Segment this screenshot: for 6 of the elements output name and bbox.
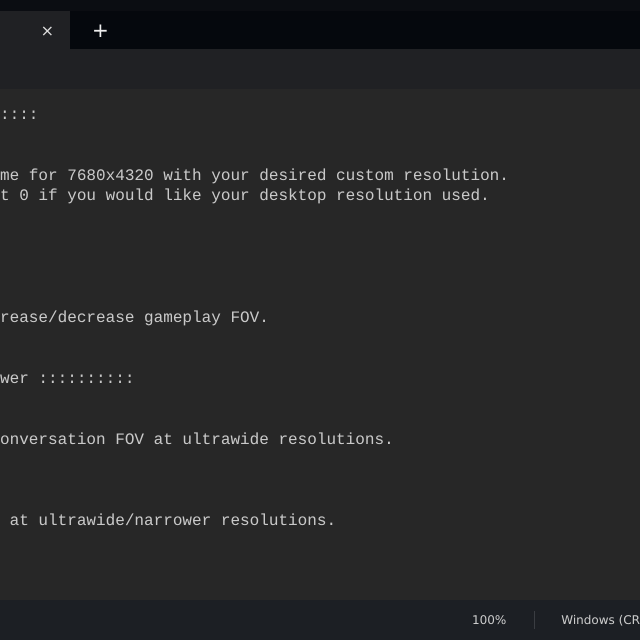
editor-tab[interactable]: × (0, 11, 70, 49)
new-tab-button[interactable]: + (88, 18, 113, 42)
close-button[interactable]: × (36, 20, 58, 40)
zoom-level: 100% (472, 613, 508, 627)
line-ending: Windows (CR (561, 613, 640, 627)
document-text: :::: me for 7680x4320 with your desired custom resolution. t 0 if you would like your desktop resolution used. rease/decrease gameplay FOV. wer :::::::::: onversation FOV at ultrawide resolutions. at ultrawide/narrower resolutions. (0, 105, 510, 532)
